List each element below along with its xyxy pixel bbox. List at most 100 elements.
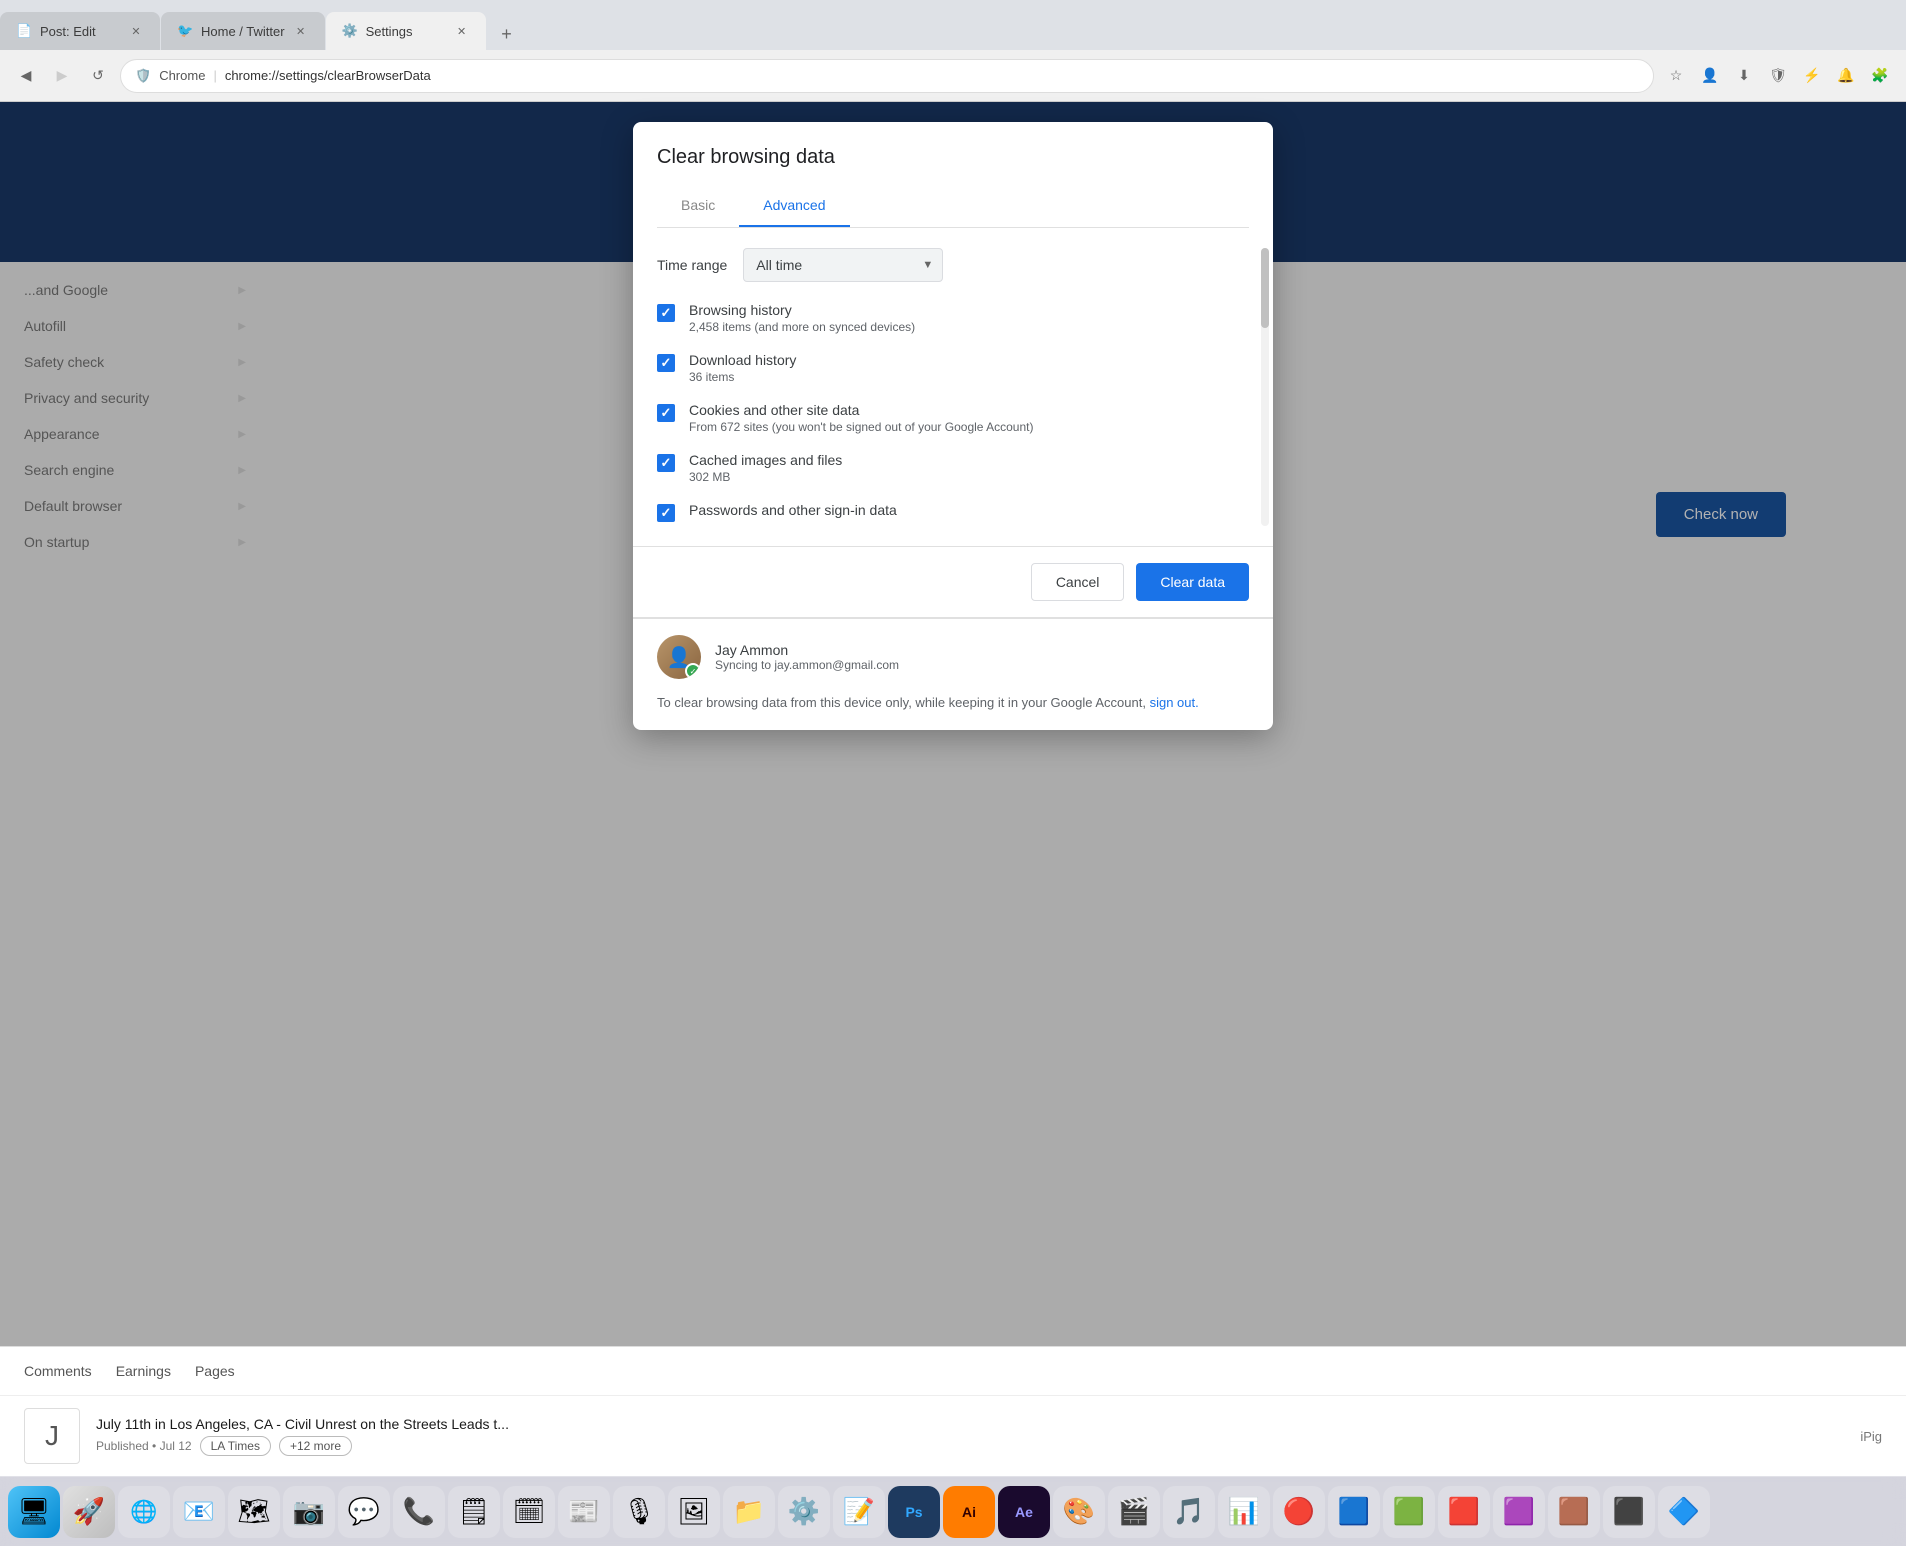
sidebar-item-search[interactable]: Search engine ▶	[0, 452, 270, 488]
dock-app2[interactable]: 🎬	[1108, 1486, 1160, 1538]
dock-app5[interactable]: 🔴	[1273, 1486, 1325, 1538]
browser-window: 📄 Post: Edit ✕ 🐦 Home / Twitter ✕ ⚙️ Set…	[0, 0, 1906, 1546]
checkmark-icon-pwd: ✓	[661, 505, 672, 521]
tab-favicon-settings: ⚙️	[342, 23, 358, 39]
shield-icon[interactable]: 🛡	[1764, 62, 1792, 90]
sidebar-arrow-safety: ▶	[238, 357, 246, 368]
dock-news[interactable]: 📰	[558, 1486, 610, 1538]
reload-button[interactable]: ↺	[84, 62, 112, 90]
address-bar[interactable]: 🛡️ Chrome | chrome://settings/clearBrows…	[120, 59, 1654, 93]
tab-advanced[interactable]: Advanced	[739, 185, 849, 227]
dock-app6[interactable]: 🟦	[1328, 1486, 1380, 1538]
time-range-row: Time range Last hour Last 24 hours Last …	[657, 248, 1249, 282]
sidebar-item-autofill[interactable]: Autofill ▶	[0, 308, 270, 344]
dock-photos[interactable]: 📷	[283, 1486, 335, 1538]
dock-podcasts[interactable]: 🎙	[613, 1486, 665, 1538]
modal-body: Time range Last hour Last 24 hours Last …	[633, 228, 1273, 546]
cancel-button[interactable]: Cancel	[1031, 563, 1125, 601]
sidebar-arrow-startup: ▶	[238, 537, 246, 548]
tab-post-edit[interactable]: 📄 Post: Edit ✕	[0, 12, 160, 50]
checkbox-browsing-history-input[interactable]: ✓	[657, 304, 675, 322]
dock-ps[interactable]: Ps	[888, 1486, 940, 1538]
tab-bar: 📄 Post: Edit ✕ 🐦 Home / Twitter ✕ ⚙️ Set…	[0, 0, 1906, 50]
tab-close-twitter[interactable]: ✕	[293, 23, 309, 39]
forward-button[interactable]: ▶	[48, 62, 76, 90]
checkbox-cached-content: Cached images and files 302 MB	[689, 452, 1249, 484]
sidebar-item-appearance[interactable]: Appearance ▶	[0, 416, 270, 452]
pages-section-label[interactable]: Pages	[195, 1363, 235, 1379]
dock-launchpad[interactable]: 🚀	[63, 1486, 115, 1538]
checkmark-icon: ✓	[661, 305, 672, 321]
checkbox-download-history-input[interactable]: ✓	[657, 354, 675, 372]
article-published: Published • Jul 12	[96, 1439, 192, 1453]
new-tab-button[interactable]: +	[491, 18, 523, 50]
time-range-select[interactable]: Last hour Last 24 hours Last 7 days Last…	[743, 248, 943, 282]
sidebar-item-safety[interactable]: Safety check ▶	[0, 344, 270, 380]
checkbox-cookies-input[interactable]: ✓	[657, 404, 675, 422]
download-icon[interactable]: ⬇	[1730, 62, 1758, 90]
user-name: Jay Ammon	[715, 642, 1249, 658]
tab-close-post[interactable]: ✕	[128, 23, 144, 39]
dock-ai[interactable]: Ai	[943, 1486, 995, 1538]
dock-ae[interactable]: Ae	[998, 1486, 1050, 1538]
star-icon[interactable]: ☆	[1662, 62, 1690, 90]
dock-app10[interactable]: 🟫	[1548, 1486, 1600, 1538]
scrollbar-track[interactable]	[1261, 248, 1269, 526]
modal-title: Clear browsing data	[657, 146, 1249, 169]
sidebar-label-privacy: Privacy and security	[24, 390, 149, 406]
sidebar-item-startup[interactable]: On startup ▶	[0, 524, 270, 560]
profile-icon[interactable]: 👤	[1696, 62, 1724, 90]
dock-facetime[interactable]: 📞	[393, 1486, 445, 1538]
checkbox-cached-input[interactable]: ✓	[657, 454, 675, 472]
dock-app4[interactable]: 📊	[1218, 1486, 1270, 1538]
dock-app12[interactable]: 🔷	[1658, 1486, 1710, 1538]
dock-messages[interactable]: 💬	[338, 1486, 390, 1538]
dock-files[interactable]: 📁	[723, 1486, 775, 1538]
dock-reminders[interactable]: 🗒	[448, 1486, 500, 1538]
dock-maps[interactable]: 🗺	[228, 1486, 280, 1538]
dock-app8[interactable]: 🟥	[1438, 1486, 1490, 1538]
sidebar-item-google[interactable]: ...and Google ▶	[0, 272, 270, 308]
clear-data-button[interactable]: Clear data	[1136, 563, 1249, 601]
sidebar-item-default-browser[interactable]: Default browser ▶	[0, 488, 270, 524]
dock-app11[interactable]: ⬛	[1603, 1486, 1655, 1538]
dock-app1[interactable]: 🎨	[1053, 1486, 1105, 1538]
passwords-label: Passwords and other sign-in data	[689, 502, 1249, 518]
dock-settings[interactable]: ⚙️	[778, 1486, 830, 1538]
clear-browsing-data-modal: Clear browsing data Basic Advanced	[633, 122, 1273, 730]
checkbox-download-history: ✓ Download history 36 items	[657, 352, 1249, 384]
modal-tabs: Basic Advanced	[657, 185, 1249, 228]
alert-icon[interactable]: 🔔	[1832, 62, 1860, 90]
modal-backdrop: Clear browsing data Basic Advanced	[0, 102, 1906, 1546]
tab-basic[interactable]: Basic	[657, 185, 739, 227]
dock-app3[interactable]: 🎵	[1163, 1486, 1215, 1538]
dock-chrome[interactable]: 🌐	[118, 1486, 170, 1538]
modal-footer: Cancel Clear data	[633, 547, 1273, 617]
back-button[interactable]: ◀	[12, 62, 40, 90]
checkbox-passwords-input[interactable]: ✓	[657, 504, 675, 522]
sidebar-item-privacy[interactable]: Privacy and security ▶	[0, 380, 270, 416]
earnings-section-label[interactable]: Earnings	[116, 1363, 171, 1379]
tab-twitter[interactable]: 🐦 Home / Twitter ✕	[161, 12, 325, 50]
article-tag-more[interactable]: +12 more	[279, 1436, 352, 1456]
bottom-sections: Comments Earnings Pages	[0, 1347, 1906, 1395]
sign-out-link[interactable]: sign out.	[1150, 695, 1199, 710]
article-aside: iPig	[1860, 1429, 1882, 1444]
scrollbar-thumb[interactable]	[1261, 248, 1269, 328]
dock-finder[interactable]: 🖥	[8, 1486, 60, 1538]
lightning-icon[interactable]: ⚡	[1798, 62, 1826, 90]
comments-section-label[interactable]: Comments	[24, 1363, 92, 1379]
tab-close-settings[interactable]: ✕	[454, 23, 470, 39]
dock-app7[interactable]: 🟩	[1383, 1486, 1435, 1538]
sidebar-label-appearance: Appearance	[24, 426, 100, 442]
dock-photos2[interactable]: 🖼	[668, 1486, 720, 1538]
checkmark-icon-cache: ✓	[661, 455, 672, 471]
tab-settings[interactable]: ⚙️ Settings ✕	[326, 12, 486, 50]
dock-notes[interactable]: 📝	[833, 1486, 885, 1538]
extensions-icon[interactable]: 🧩	[1866, 62, 1894, 90]
article-title[interactable]: July 11th in Los Angeles, CA - Civil Unr…	[96, 1416, 896, 1432]
article-tag-latimes[interactable]: LA Times	[200, 1436, 271, 1456]
dock-mail[interactable]: 📧	[173, 1486, 225, 1538]
dock-calendar[interactable]: 🗓	[503, 1486, 555, 1538]
dock-app9[interactable]: 🟪	[1493, 1486, 1545, 1538]
